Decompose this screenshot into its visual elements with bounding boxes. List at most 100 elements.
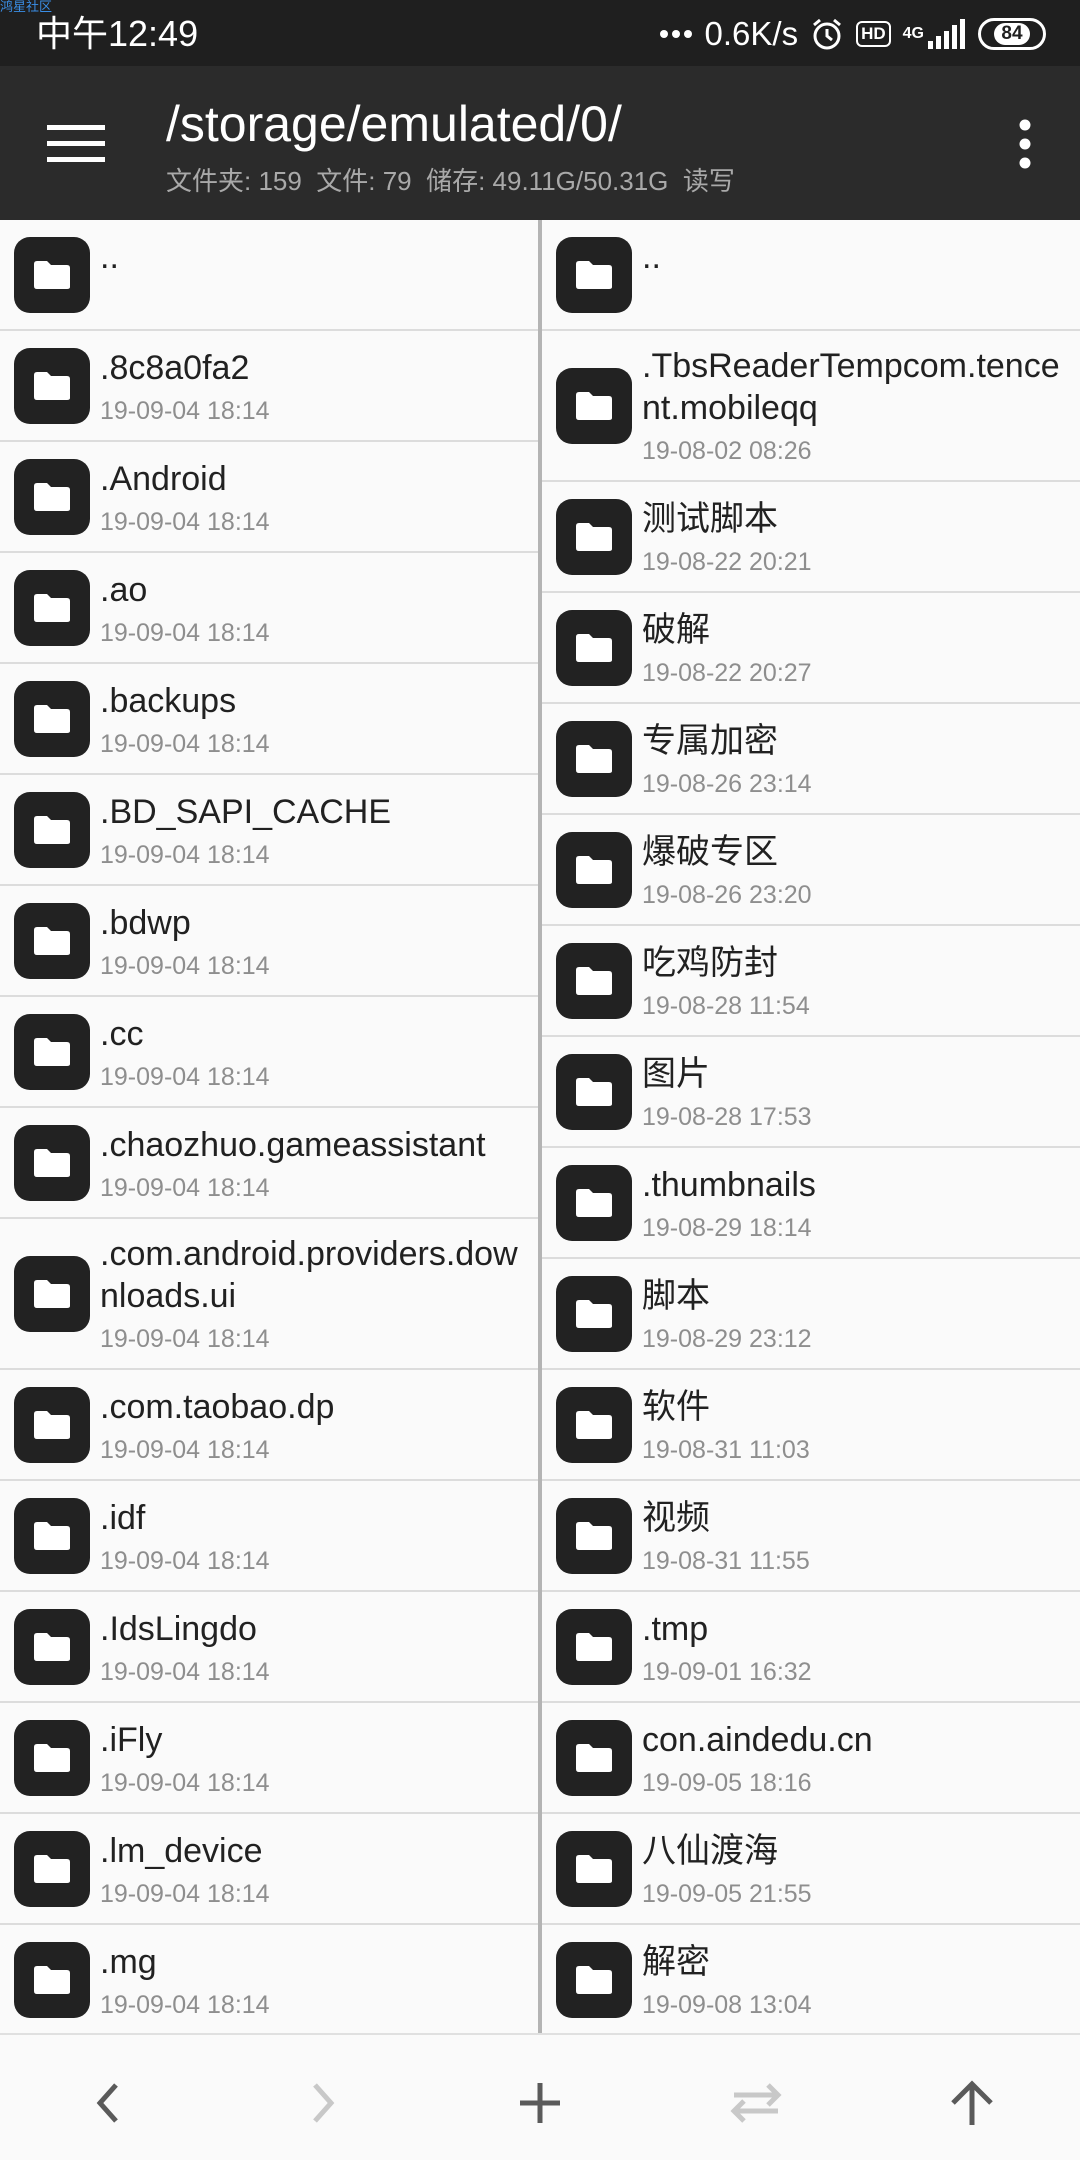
parent-directory-row[interactable]: ..: [0, 220, 538, 331]
folder-row[interactable]: .TbsReaderTempcom.tencent.mobileqq 19-08-…: [542, 331, 1080, 482]
hd-icon: HD: [856, 21, 891, 47]
folder-name: 八仙渡海: [642, 1832, 778, 1870]
folder-row[interactable]: .BD_SAPI_CACHE 19-09-04 18:14: [0, 775, 538, 886]
folder-icon: [34, 1037, 70, 1066]
menu-button[interactable]: [26, 104, 126, 184]
overflow-menu-button[interactable]: [990, 104, 1060, 184]
folder-row[interactable]: 脚本 19-08-29 23:12: [542, 1259, 1080, 1370]
folder-date: 19-09-04 18:14: [100, 508, 270, 536]
add-icon: [520, 2083, 560, 2123]
left-pane[interactable]: .. .8c8a0fa2 19-09-04 18:14 .Android 19-09-0…: [0, 220, 538, 2033]
folder-row[interactable]: 测试脚本 19-08-22 20:21: [542, 482, 1080, 593]
folder-icon: [576, 391, 612, 420]
folder-icon: [576, 1632, 612, 1661]
folder-row[interactable]: 破解 19-08-22 20:27: [542, 593, 1080, 704]
folder-name: 视频: [642, 1499, 710, 1537]
folder-row[interactable]: .cc 19-09-04 18:14: [0, 997, 538, 1108]
folder-icon: [34, 926, 70, 955]
folder-row[interactable]: 专属加密 19-08-26 23:14: [542, 704, 1080, 815]
folder-row[interactable]: .idf 19-09-04 18:14: [0, 1481, 538, 1592]
folder-icon-tile: [556, 1164, 632, 1241]
folder-icon: [576, 1410, 612, 1439]
folder-row[interactable]: .lm_device 19-09-04 18:14: [0, 1814, 538, 1925]
folder-icon-tile: [14, 1013, 90, 1090]
folder-icon-tile: [556, 942, 632, 1019]
folder-icon: [576, 260, 612, 289]
folder-row[interactable]: .8c8a0fa2 19-09-04 18:14: [0, 331, 538, 442]
folder-name: .8c8a0fa2: [100, 349, 250, 387]
folder-row[interactable]: .backups 19-09-04 18:14: [0, 664, 538, 775]
folder-name: .mg: [100, 1943, 157, 1981]
folder-icon-tile: [14, 1386, 90, 1463]
folder-date: 19-08-29 18:14: [642, 1214, 812, 1242]
right-pane[interactable]: .. .TbsReaderTempcom.tencent.mobileqq 19-0…: [538, 220, 1080, 2033]
add-button[interactable]: [500, 2063, 580, 2143]
folder-date: 19-09-04 18:14: [100, 841, 270, 869]
folder-icon-tile: [14, 902, 90, 979]
folder-icon-tile: [14, 1941, 90, 2018]
file-panes: .. .8c8a0fa2 19-09-04 18:14 .Android 19-09-0…: [0, 220, 1080, 2033]
folder-name: .IdsLingdo: [100, 1610, 257, 1648]
folder-icon: [34, 704, 70, 733]
folder-icon: [34, 260, 70, 289]
folder-row[interactable]: 吃鸡防封 19-08-28 11:54: [542, 926, 1080, 1037]
folder-row[interactable]: .com.taobao.dp 19-09-04 18:14: [0, 1370, 538, 1481]
folder-date: 19-09-05 21:55: [642, 1880, 812, 1908]
folder-row[interactable]: .mg 19-09-04 18:14: [0, 1925, 538, 2033]
folder-row[interactable]: .tmp 19-09-01 16:32: [542, 1592, 1080, 1703]
forward-button[interactable]: [284, 2063, 364, 2143]
folder-name: 脚本: [642, 1277, 710, 1315]
folder-icon: [576, 744, 612, 773]
folder-date: 19-09-04 18:14: [100, 952, 270, 980]
folder-row[interactable]: .bdwp 19-09-04 18:14: [0, 886, 538, 997]
folder-row[interactable]: 解密 19-09-08 13:04: [542, 1925, 1080, 2033]
folder-date: 19-09-04 18:14: [100, 619, 270, 647]
folder-row[interactable]: 爆破专区 19-08-26 23:20: [542, 815, 1080, 926]
folder-icon-tile: [14, 1124, 90, 1201]
folder-date: 19-09-04 18:14: [100, 1547, 270, 1575]
folder-row[interactable]: 软件 19-08-31 11:03: [542, 1370, 1080, 1481]
folder-row[interactable]: .chaozhuo.gameassistant 19-09-04 18:14: [0, 1108, 538, 1219]
folder-icon-tile: [14, 1497, 90, 1574]
folder-row[interactable]: con.aindedu.cn 19-09-05 18:16: [542, 1703, 1080, 1814]
up-directory-button[interactable]: [932, 2063, 1012, 2143]
status-bar: 鸿星社区 中午12:49 0.6K/s HD 4G 84: [0, 0, 1080, 66]
folder-row[interactable]: 图片 19-08-28 17:53: [542, 1037, 1080, 1148]
folder-icon-tile: [14, 458, 90, 535]
folder-name: con.aindedu.cn: [642, 1721, 873, 1759]
folder-name: .com.taobao.dp: [100, 1388, 335, 1426]
folder-row[interactable]: 八仙渡海 19-09-05 21:55: [542, 1814, 1080, 1925]
network-speed: 0.6K/s: [704, 15, 799, 52]
folder-date: 19-08-02 08:26: [642, 437, 812, 465]
folder-name: .tmp: [642, 1610, 709, 1648]
folder-icon: [34, 1632, 70, 1661]
folder-icon-tile: [556, 609, 632, 686]
folder-icon-tile: [14, 236, 90, 313]
folder-icon: [34, 482, 70, 511]
back-button[interactable]: [67, 2063, 147, 2143]
folder-date: 19-08-26 23:20: [642, 881, 812, 909]
folder-icon-tile: [14, 1719, 90, 1796]
folder-date: 19-09-05 18:16: [642, 1769, 812, 1797]
swap-panes-button[interactable]: [716, 2063, 796, 2143]
folder-icon-tile: [556, 1941, 632, 2018]
folder-row[interactable]: .ao 19-09-04 18:14: [0, 553, 538, 664]
folder-row[interactable]: .IdsLingdo 19-09-04 18:14: [0, 1592, 538, 1703]
folder-row[interactable]: 视频 19-08-31 11:55: [542, 1481, 1080, 1592]
folder-row[interactable]: .thumbnails 19-08-29 18:14: [542, 1148, 1080, 1259]
folder-icon: [576, 1188, 612, 1217]
folder-row[interactable]: .Android 19-09-04 18:14: [0, 442, 538, 553]
storage-info: 文件夹: 159 文件: 79 储存: 49.11G/50.31G 读写: [166, 166, 735, 196]
path-title: /storage/emulated/0/: [166, 96, 622, 152]
parent-directory-row[interactable]: ..: [542, 220, 1080, 331]
folder-icon: [576, 1743, 612, 1772]
folder-row[interactable]: .iFly 19-09-04 18:14: [0, 1703, 538, 1814]
folder-icon: [576, 1299, 612, 1328]
app-bar: /storage/emulated/0/ 文件夹: 159 文件: 79 储存:…: [0, 66, 1080, 220]
folder-date: 19-09-04 18:14: [100, 1769, 270, 1797]
folder-icon: [576, 522, 612, 551]
folder-date: 19-09-04 18:14: [100, 1658, 270, 1686]
folder-icon: [576, 966, 612, 995]
folder-row[interactable]: .com.android.providers.downloads.ui 19-09…: [0, 1219, 538, 1370]
folder-name: 破解: [642, 611, 710, 649]
